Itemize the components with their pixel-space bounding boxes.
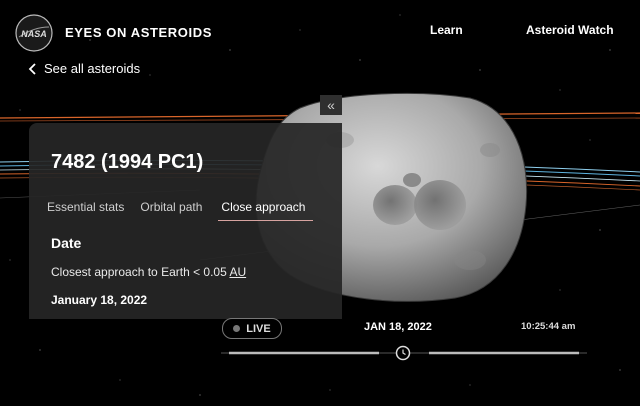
site-header: NASA EYES ON ASTEROIDS Learn Asteroid Wa… — [0, 0, 640, 60]
panel-tabs: Essential stats Orbital path Close appro… — [47, 200, 321, 221]
live-indicator-dot — [233, 325, 241, 332]
closest-approach-prefix: Closest approach to Earth < 0.05 — [51, 265, 230, 279]
asteroid-info-panel: 7482 (1994 PC1) Essential stats Orbital … — [29, 123, 342, 319]
nasa-logo-text: NASA — [21, 29, 47, 39]
see-all-asteroids-link[interactable]: See all asteroids — [28, 61, 140, 76]
app-title: EYES ON ASTEROIDS — [65, 25, 212, 40]
timeline-time: 10:25:44 am — [521, 321, 576, 332]
au-unit-link[interactable]: AU — [229, 265, 246, 279]
live-label: LIVE — [246, 322, 271, 335]
collapse-panel-button[interactable]: « — [320, 95, 342, 115]
nasa-logo[interactable]: NASA — [14, 13, 54, 53]
timeline-date: JAN 18, 2022 — [364, 321, 432, 333]
tab-essential-stats[interactable]: Essential stats — [47, 200, 132, 221]
section-heading-date: Date — [51, 235, 82, 251]
nav-asteroid-watch-link[interactable]: Asteroid Watch — [526, 23, 614, 37]
asteroid-title: 7482 (1994 PC1) — [51, 151, 204, 173]
tab-orbital-path[interactable]: Orbital path — [140, 200, 210, 221]
closest-approach-text: Closest approach to Earth < 0.05 AU — [51, 265, 246, 279]
approach-date: January 18, 2022 — [51, 293, 148, 307]
nav-learn-link[interactable]: Learn — [430, 23, 463, 37]
back-link-label: See all asteroids — [44, 61, 141, 76]
time-scrubber[interactable] — [219, 344, 589, 362]
chevron-left-icon — [28, 62, 36, 75]
tab-close-approach[interactable]: Close approach — [218, 200, 314, 221]
live-button[interactable]: LIVE — [222, 318, 282, 339]
